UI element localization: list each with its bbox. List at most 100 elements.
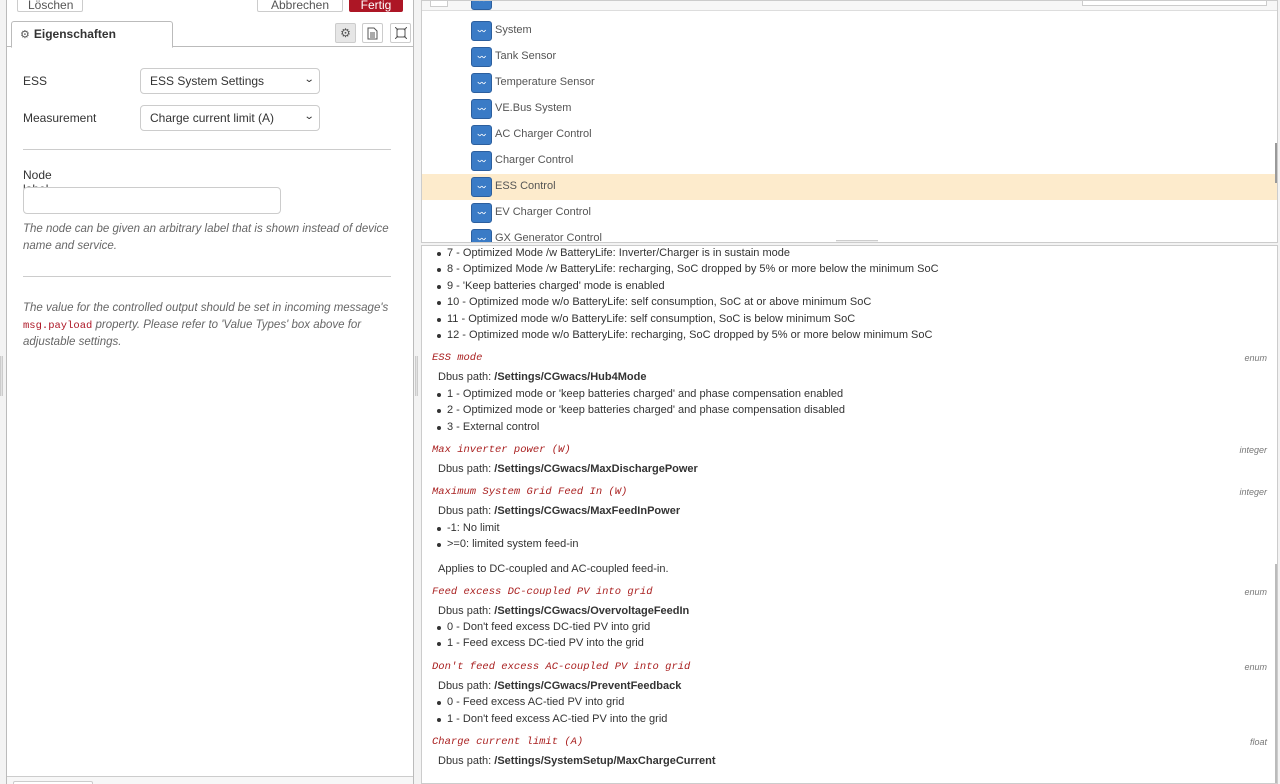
palette-item[interactable]: 〰 Temperature Sensor (422, 70, 1277, 96)
dbus-path: Dbus path: /Settings/CGwacs/MaxFeedInPow… (438, 505, 680, 517)
dbus-path: Dbus path: /Settings/CGwacs/OvervoltageF… (438, 605, 689, 617)
property-type: integer (1239, 487, 1267, 498)
dbus-path: Dbus path: /Settings/CGwacs/MaxDischarge… (438, 463, 698, 475)
dbus-path-value: /Settings/CGwacs/OvervoltageFeedIn (494, 604, 690, 617)
help-list-item: 2 - Optimized mode or 'keep batteries ch… (437, 404, 845, 417)
help-list-item: 9 - 'Keep batteries charged' mode is ena… (437, 279, 665, 292)
measurement-select[interactable]: Charge current limit (A) ⌄ (140, 105, 320, 131)
measurement-select-value: Charge current limit (A) (150, 111, 275, 125)
palette-item[interactable]: 〰 VE.Bus System (422, 96, 1277, 122)
palette-item-label: Charger Control (495, 154, 574, 166)
help-list-item: 1 - Optimized mode or 'keep batteries ch… (436, 387, 844, 400)
edit-tray: Löschen Abbrechen Fertig ⚙ Eigenschaften … (6, 0, 414, 784)
help-note: Applies to DC-coupled and AC-coupled fee… (438, 562, 669, 575)
help-list-item: 0 - Don't feed excess DC-tied PV into gr… (436, 621, 651, 633)
dbus-path-prefix: Dbus path: (438, 755, 492, 767)
gear-icon: ⚙ (20, 29, 30, 41)
dbus-path-value: /Settings/CGwacs/PreventFeedback (494, 679, 682, 692)
victron-icon: 〰 (471, 47, 492, 67)
property-name: ESS mode (432, 352, 483, 365)
help-list-item: 1 - Don't feed excess AC-tied PV into th… (436, 712, 668, 725)
palette-item[interactable]: 〰 Tank Sensor (422, 44, 1277, 70)
palette-item-label: Temperature Sensor (495, 76, 595, 88)
palette-panel: 〰 〰 System 〰 Tank Sensor 〰 Temperature Sensor… (421, 0, 1278, 243)
dbus-path-prefix: Dbus path: (438, 505, 492, 518)
victron-icon: 〰 (471, 229, 492, 242)
divider (23, 276, 391, 277)
help-list-item: 12 - Optimized mode w/o BatteryLife: rec… (436, 329, 933, 341)
help-list-item: 8 - Optimized Mode /w BatteryLife: recha… (437, 263, 939, 276)
palette-item-partial[interactable]: 〰 (422, 1, 1277, 12)
help-list-item: 7 - Optimized Mode /w BatteryLife: Inver… (437, 247, 790, 259)
property-type: integer (1239, 445, 1267, 455)
palette-item[interactable]: 〰 System (422, 18, 1277, 44)
property-name: Max inverter power (W) (432, 444, 571, 456)
dbus-path-prefix: Dbus path: (438, 679, 492, 692)
palette-item[interactable]: 〰 Charger Control (422, 148, 1277, 174)
property-type: enum (1244, 353, 1267, 364)
dbus-path-value: /Settings/CGwacs/MaxDischargePower (494, 463, 698, 475)
help-list-item: 1 - Feed excess DC-tied PV into the grid (437, 637, 644, 650)
dbus-path-value: /Settings/SystemSetup/MaxChargeCurrent (494, 755, 716, 767)
tray-resize-handle[interactable] (415, 356, 418, 396)
palette-item-label: GX Generator Control (495, 232, 602, 243)
palette-item[interactable]: 〰 AC Charger Control (422, 122, 1277, 148)
dbus-path-prefix: Dbus path: (438, 371, 492, 384)
victron-icon: 〰 (471, 21, 492, 41)
victron-icon: 〰 (471, 1, 492, 10)
done-button[interactable]: Fertig (349, 0, 403, 12)
property-type: float (1249, 737, 1267, 747)
chevron-down-icon: ⌄ (303, 111, 315, 122)
help-panel: 7 - Optimized Mode /w BatteryLife: Inver… (421, 245, 1278, 784)
value-tip-code: msg.payload (23, 319, 93, 332)
victron-icon: 〰 (471, 203, 492, 223)
property-name: Don't feed excess AC-coupled PV into gri… (432, 660, 691, 673)
divider (23, 149, 391, 150)
help-list-item: 11 - Optimized mode w/o BatteryLife: sel… (436, 312, 856, 325)
palette-item-label: AC Charger Control (495, 128, 592, 140)
dbus-path: Dbus path: /Settings/CGwacs/PreventFeedb… (438, 680, 681, 692)
cancel-button[interactable]: Abbrechen (257, 0, 343, 12)
dbus-path: Dbus path: /Settings/CGwacs/Hub4Mode (438, 371, 646, 383)
value-tip-text-1: The value for the controlled output shou… (23, 302, 389, 314)
tab-properties[interactable]: ⚙ Eigenschaften (11, 21, 173, 48)
value-tip: The value for the controlled output shou… (23, 300, 395, 351)
help-list-item: >=0: limited system feed-in (436, 538, 579, 551)
palette-item-label: EV Charger Control (495, 206, 591, 218)
palette-scrollbar[interactable] (1275, 143, 1277, 183)
dbus-path-prefix: Dbus path: (438, 463, 492, 475)
tray-tab-bar: ⚙ Eigenschaften ⚙ (7, 21, 413, 48)
victron-icon: 〰 (471, 177, 492, 197)
node-label-input[interactable] (23, 187, 281, 214)
victron-icon: 〰 (471, 151, 492, 171)
help-scrollbar[interactable] (1275, 564, 1277, 783)
help-list-item: -1: No limit (437, 521, 500, 534)
node-label-tip: The node can be given an arbitrary label… (23, 223, 389, 252)
palette-item[interactable]: 〰 ESS Control (422, 174, 1277, 200)
appearance-tab-icon[interactable] (390, 23, 411, 43)
palette-item-label: System (495, 24, 532, 36)
property-name: Feed excess DC-coupled PV into grid (432, 585, 653, 598)
victron-icon: 〰 (471, 73, 492, 93)
dbus-path-value: /Settings/CGwacs/MaxFeedInPower (494, 505, 681, 518)
palette-item-label: ESS Control (495, 180, 556, 192)
palette-item-label: Tank Sensor (495, 50, 557, 62)
description-tab-icon[interactable] (362, 23, 383, 43)
property-name: Maximum System Grid Feed In (W) (432, 486, 628, 499)
victron-icon: 〰 (471, 125, 492, 145)
delete-button[interactable]: Löschen (17, 0, 83, 12)
tab-properties-label: Eigenschaften (33, 27, 116, 41)
help-list-item: 3 - External control (436, 420, 540, 433)
victron-icon: 〰 (471, 99, 492, 119)
settings-tab-icon[interactable]: ⚙ (335, 23, 356, 43)
left-resize-handle[interactable] (0, 356, 3, 396)
palette-item-label: VE.Bus System (495, 102, 572, 114)
ess-select-value: ESS System Settings (150, 74, 265, 88)
ess-select[interactable]: ESS System Settings ⌄ (140, 68, 320, 94)
palette-item[interactable]: 〰 EV Charger Control (422, 200, 1277, 226)
property-type: enum (1244, 661, 1267, 672)
dbus-path: Dbus path: /Settings/SystemSetup/MaxChar… (438, 755, 716, 767)
dbus-path-value: /Settings/CGwacs/Hub4Mode (494, 371, 647, 384)
palette-splitter-handle[interactable] (836, 240, 878, 242)
dbus-path-prefix: Dbus path: (438, 604, 492, 617)
